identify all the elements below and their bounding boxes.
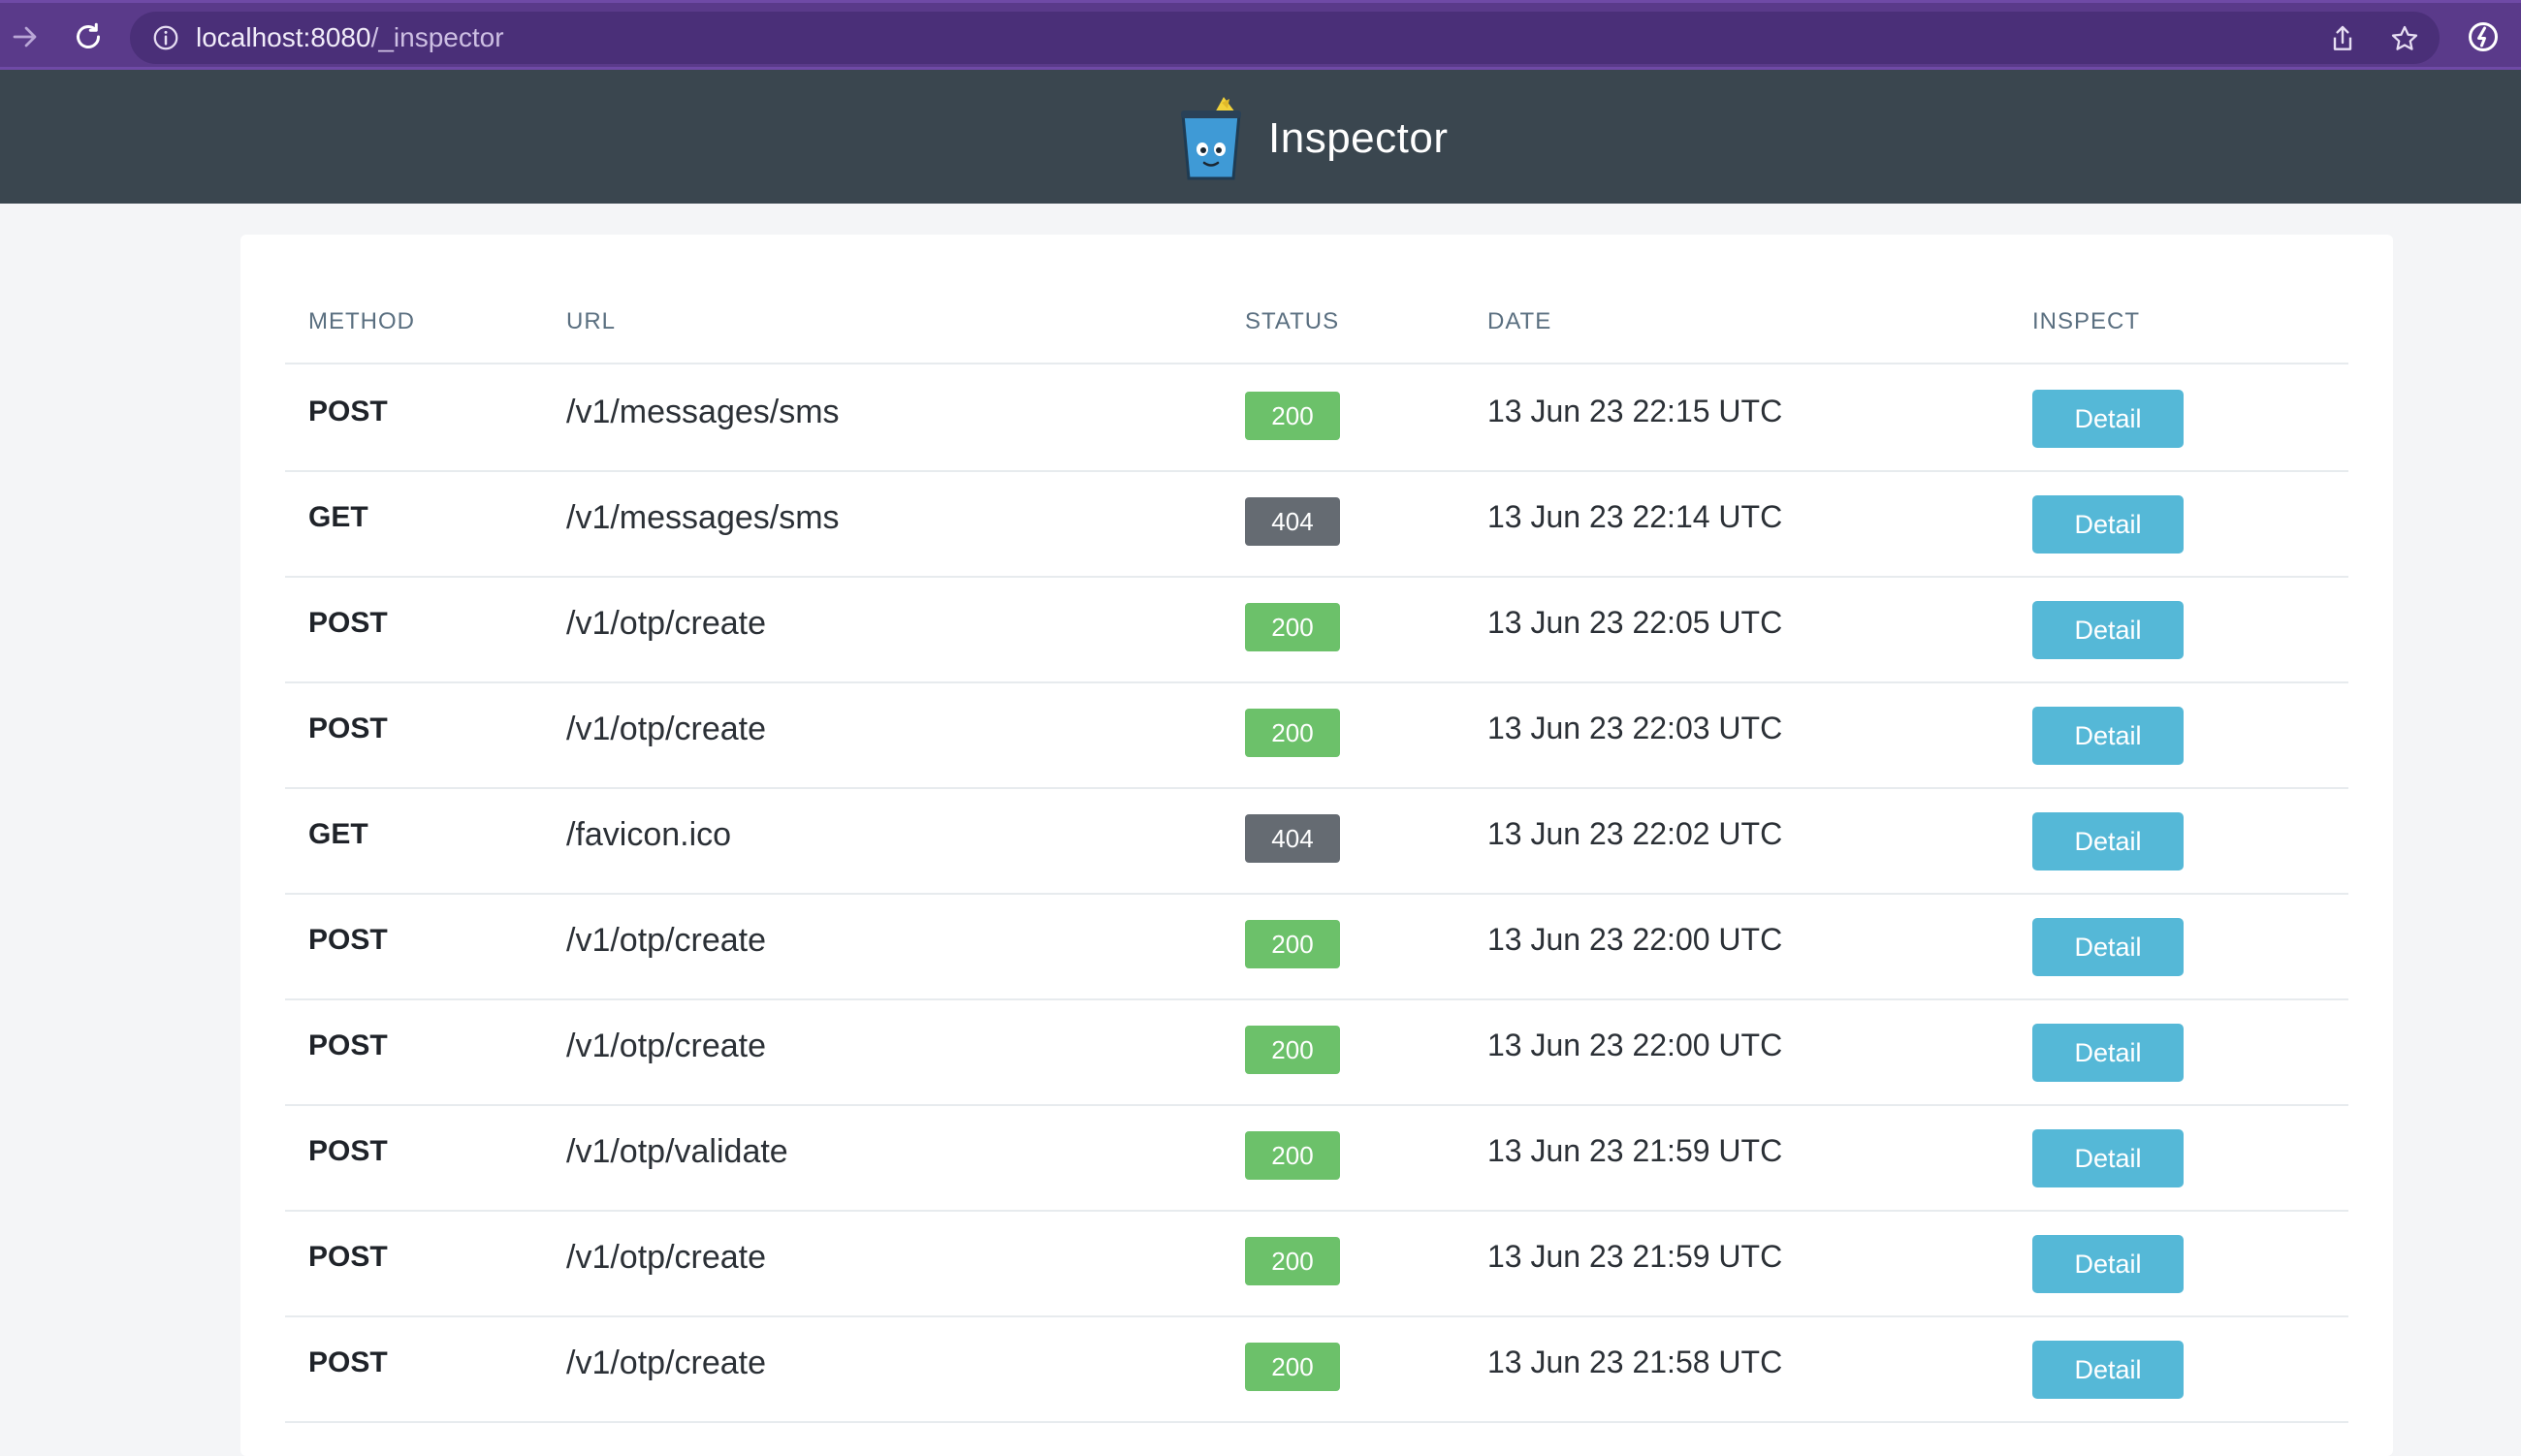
star-icon[interactable]: [2389, 23, 2420, 54]
app-header: Inspector: [0, 70, 2521, 204]
method-cell: POST: [308, 1029, 388, 1061]
bucket-logo-icon: [1181, 97, 1241, 180]
column-header-inspect: INSPECT: [2032, 308, 2141, 334]
info-icon[interactable]: [151, 23, 180, 52]
date-cell: 13 Jun 23 22:00 UTC: [1487, 922, 1783, 957]
status-badge: 200: [1245, 392, 1340, 440]
date-cell: 13 Jun 23 22:15 UTC: [1487, 394, 1783, 428]
date-cell: 13 Jun 23 22:03 UTC: [1487, 711, 1783, 745]
date-cell: 13 Jun 23 21:58 UTC: [1487, 1345, 1783, 1379]
method-cell: GET: [308, 818, 368, 850]
page-title: Inspector: [1268, 114, 1449, 162]
method-cell: POST: [308, 1241, 388, 1273]
status-badge: 200: [1245, 603, 1340, 651]
url-cell: /v1/messages/sms: [566, 394, 840, 430]
table-row: POST/v1/otp/validate 200 13 Jun 23 21:59 U…: [285, 1106, 2348, 1212]
status-badge: 200: [1245, 1131, 1340, 1180]
status-badge: 404: [1245, 497, 1340, 546]
status-badge: 200: [1245, 920, 1340, 968]
url-cell: /v1/otp/create: [566, 1028, 767, 1064]
requests-card: METHOD URL STATUS DATE INSPECT POST/v1/m…: [240, 235, 2393, 1456]
table-row: POST/v1/messages/sms 200 13 Jun 23 22:15 U…: [285, 366, 2348, 472]
reload-icon[interactable]: [68, 16, 109, 57]
detail-button[interactable]: Detail: [2032, 812, 2184, 870]
table-row: GET/favicon.ico 404 13 Jun 23 22:02 UTC Det…: [285, 789, 2348, 895]
table-row: POST/v1/otp/create 200 13 Jun 23 22:00 UTC…: [285, 1000, 2348, 1106]
date-cell: 13 Jun 23 22:00 UTC: [1487, 1028, 1783, 1062]
url-cell: /v1/otp/create: [566, 711, 767, 747]
detail-button[interactable]: Detail: [2032, 707, 2184, 765]
date-cell: 13 Jun 23 21:59 UTC: [1487, 1133, 1783, 1168]
table-row: POST/v1/otp/create 200 13 Jun 23 22:05 UTC…: [285, 578, 2348, 683]
status-badge: 200: [1245, 1237, 1340, 1285]
detail-button[interactable]: Detail: [2032, 390, 2184, 448]
detail-button[interactable]: Detail: [2032, 601, 2184, 659]
date-cell: 13 Jun 23 21:59 UTC: [1487, 1239, 1783, 1274]
detail-button[interactable]: Detail: [2032, 1129, 2184, 1187]
share-icon[interactable]: [2327, 23, 2358, 54]
method-cell: POST: [308, 1346, 388, 1378]
forward-arrow-icon[interactable]: [6, 16, 47, 57]
table-row: POST/v1/otp/create 200 13 Jun 23 22:00 UTC…: [285, 895, 2348, 1000]
table-header: METHOD URL STATUS DATE INSPECT: [285, 297, 2348, 364]
url-cell: /v1/otp/validate: [566, 1133, 788, 1170]
status-badge: 200: [1245, 1343, 1340, 1391]
url-cell: /v1/otp/create: [566, 922, 767, 959]
method-cell: POST: [308, 712, 388, 744]
detail-button[interactable]: Detail: [2032, 1024, 2184, 1082]
table-row: POST/v1/otp/create 200 13 Jun 23 22:03 UTC…: [285, 683, 2348, 789]
url-text[interactable]: localhost:8080/_inspector: [196, 12, 504, 64]
column-header-status: STATUS: [1245, 308, 1340, 334]
url-cell: /favicon.ico: [566, 816, 732, 853]
date-cell: 13 Jun 23 22:02 UTC: [1487, 816, 1783, 851]
table-row: POST/v1/otp/create 200 13 Jun 23 21:59 UTC…: [285, 1212, 2348, 1317]
method-cell: POST: [308, 1135, 388, 1167]
method-cell: POST: [308, 607, 388, 639]
status-badge: 404: [1245, 814, 1340, 863]
column-header-url: URL: [566, 308, 617, 334]
method-cell: POST: [308, 924, 388, 956]
date-cell: 13 Jun 23 22:05 UTC: [1487, 605, 1783, 640]
url-cell: /v1/otp/create: [566, 605, 767, 642]
table-row: POST/v1/otp/create 200 13 Jun 23 21:58 UTC…: [285, 1317, 2348, 1423]
column-header-method: METHOD: [308, 308, 415, 334]
address-bar[interactable]: localhost:8080/_inspector: [130, 12, 2440, 64]
detail-button[interactable]: Detail: [2032, 918, 2184, 976]
detail-button[interactable]: Detail: [2032, 1235, 2184, 1293]
date-cell: 13 Jun 23 22:14 UTC: [1487, 499, 1783, 534]
url-cell: /v1/otp/create: [566, 1239, 767, 1276]
table-row: GET/v1/messages/sms 404 13 Jun 23 22:14 UT…: [285, 472, 2348, 578]
method-cell: GET: [308, 501, 368, 533]
detail-button[interactable]: Detail: [2032, 1341, 2184, 1399]
detail-button[interactable]: Detail: [2032, 495, 2184, 554]
status-badge: 200: [1245, 1026, 1340, 1074]
extension-icon[interactable]: [2463, 16, 2504, 57]
browser-toolbar: localhost:8080/_inspector: [0, 0, 2521, 70]
url-cell: /v1/otp/create: [566, 1345, 767, 1381]
url-host: localhost:8080: [196, 22, 371, 52]
method-cell: POST: [308, 396, 388, 427]
column-header-date: DATE: [1487, 308, 1552, 334]
url-cell: /v1/messages/sms: [566, 499, 840, 536]
status-badge: 200: [1245, 709, 1340, 757]
url-path: /_inspector: [370, 22, 504, 52]
